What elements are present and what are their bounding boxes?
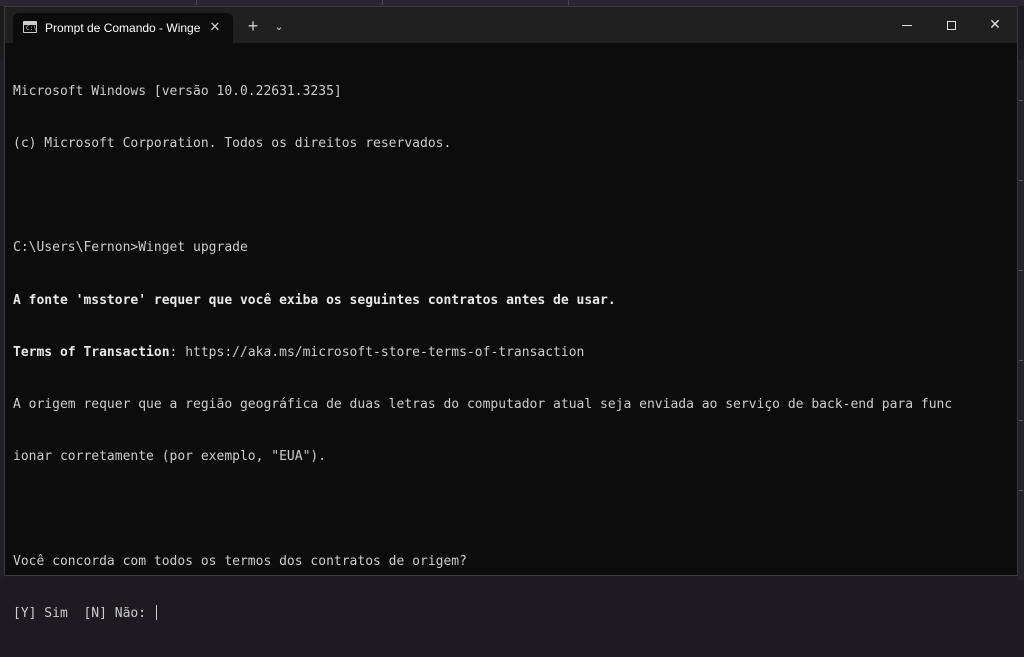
background-tab: [382, 0, 569, 5]
tab-title: Prompt de Comando - Winge: [45, 21, 201, 35]
terminal-output[interactable]: Microsoft Windows [versão 10.0.22631.323…: [13, 48, 1009, 621]
terms-label: Terms of Transaction: [13, 344, 170, 360]
terminal-line: C:\Users\Fernon>Winget upgrade: [13, 240, 248, 256]
terminal-line: A origem requer que a região geográfica …: [13, 397, 953, 413]
terminal-line: A fonte 'msstore' requer que você exiba …: [13, 292, 616, 308]
prompt-text: [Y] Sim [N] Não:: [13, 605, 154, 621]
terminal-line: ionar corretamente (por exemplo, "EUA").: [13, 449, 327, 465]
title-bar[interactable]: C:\ Prompt de Comando - Winge ✕ + ⌄ ✕: [5, 7, 1017, 43]
maximize-button[interactable]: [929, 7, 973, 43]
chevron-down-icon[interactable]: ⌄: [269, 15, 289, 39]
close-tab-icon[interactable]: ✕: [207, 19, 223, 35]
terminal-window: C:\ Prompt de Comando - Winge ✕ + ⌄ ✕ Mi…: [4, 6, 1018, 621]
close-window-button[interactable]: ✕: [973, 7, 1017, 43]
terminal-line: Microsoft Windows [versão 10.0.22631.323…: [13, 83, 342, 99]
new-tab-button[interactable]: +: [241, 15, 265, 39]
terminal-line: Você concorda com todos os termos dos co…: [13, 553, 467, 569]
terminal-line: Terms of Transaction: https://aka.ms/mic…: [13, 344, 1009, 361]
minimize-button[interactable]: [885, 7, 929, 43]
maximize-icon: [946, 20, 956, 30]
text-cursor: [155, 604, 157, 620]
background-tab: [196, 0, 383, 5]
terminal-line: (c) Microsoft Corporation. Todos os dire…: [13, 136, 452, 152]
prompt-line[interactable]: [Y] Sim [N] Não:: [13, 604, 1009, 622]
minimize-icon: [902, 24, 912, 26]
terms-link[interactable]: : https://aka.ms/microsoft-store-terms-o…: [170, 345, 585, 360]
command-prompt-icon: C:\: [23, 21, 37, 33]
background-window-edge: [1018, 60, 1024, 580]
tab-command-prompt[interactable]: C:\ Prompt de Comando - Winge ✕: [13, 13, 233, 43]
background-tab: [0, 0, 197, 5]
